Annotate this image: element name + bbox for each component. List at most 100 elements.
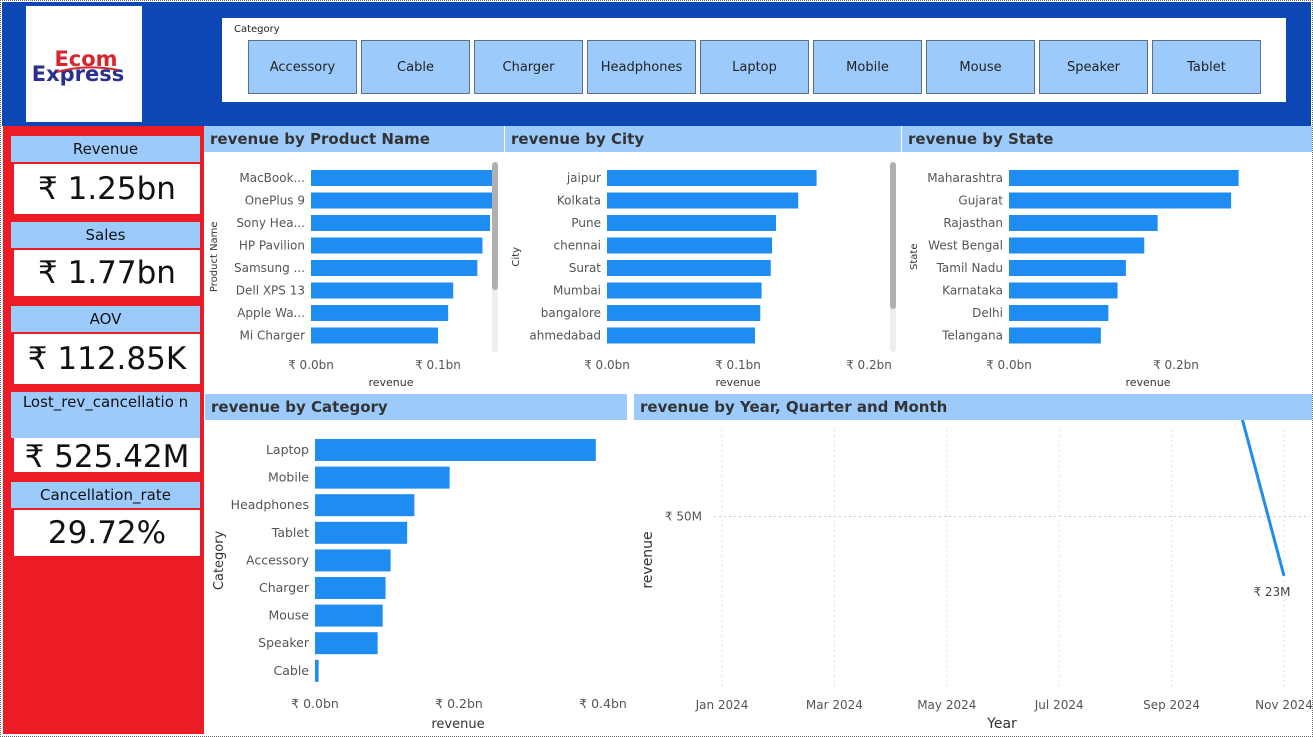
state-category-label: Delhi [972, 306, 1003, 320]
category-category-label: Charger [259, 580, 310, 595]
state-bar[interactable] [1009, 170, 1239, 186]
category-bar[interactable] [315, 439, 596, 461]
trend-x-tick-label: Jan 2024 [695, 698, 749, 712]
state-bar[interactable] [1009, 260, 1126, 276]
product-bar[interactable] [311, 237, 483, 254]
category-bar[interactable] [315, 521, 408, 544]
kpi-revenue-value: ₹ 1.25bn [14, 164, 200, 214]
city-x-tick-label: ₹ 0.1bn [715, 358, 761, 372]
city-category-label: Surat [569, 261, 602, 275]
category-x-axis-title: revenue [431, 717, 484, 732]
kpi-revenue-title: Revenue [11, 136, 200, 162]
category-x-tick-label: ₹ 0.2bn [435, 696, 483, 711]
city-bar[interactable] [607, 237, 773, 254]
city-category-label: Mumbai [553, 284, 601, 298]
product-scrollbar-thumb[interactable] [492, 162, 498, 290]
city-bar[interactable] [607, 192, 799, 209]
kpi-aov-title: AOV [11, 306, 200, 332]
category-chart: Category Laptop Mobile Headphones Tablet Acce… [212, 439, 627, 732]
city-scrollbar-thumb[interactable] [890, 162, 896, 309]
trend-line[interactable] [722, 420, 1286, 577]
city-x-tick-label: ₹ 0.2bn [846, 358, 892, 372]
category-chart-title: revenue by Category [205, 394, 627, 420]
product-category-label: Apple Wa... [237, 306, 305, 320]
city-category-label: chennai [554, 239, 601, 253]
category-bar[interactable] [315, 549, 391, 572]
state-chart-title: revenue by State [902, 126, 1312, 152]
city-category-label: Pune [571, 216, 601, 230]
category-category-label: Tablet [271, 525, 309, 540]
slicer-item-speaker[interactable]: Speaker [1039, 40, 1148, 94]
category-bar[interactable] [315, 466, 450, 489]
trend-y-tick-label: ₹ 50M [665, 510, 702, 524]
state-bar[interactable] [1009, 305, 1109, 321]
trend-x-axis-title: Year [986, 716, 1017, 732]
category-x-tick-label: ₹ 0.0bn [291, 696, 339, 711]
product-y-axis-title: Product Name [209, 221, 220, 292]
state-chart: State Maharashtra Gujarat Rajasthan West Ben… [909, 170, 1239, 389]
city-bar[interactable] [607, 215, 776, 231]
trend-data-label: ₹ 23M [1253, 585, 1290, 599]
product-chart: Product Name MacBook... OnePlus 9 Sony Hea.… [209, 162, 498, 389]
state-x-tick-label: ₹ 0.2bn [1153, 358, 1199, 372]
kpi-lost-revenue-title: Lost_rev_cancellatio n [11, 392, 200, 438]
state-x-axis-title: revenue [1125, 376, 1170, 389]
category-bar[interactable] [315, 659, 319, 682]
city-bar[interactable] [607, 260, 771, 276]
slicer-item-mobile[interactable]: Mobile [813, 40, 922, 94]
product-category-label: OnePlus 9 [245, 194, 305, 208]
kpi-cancellation-rate-value: 29.72% [14, 510, 200, 556]
trend-x-tick-label: Mar 2024 [806, 698, 863, 712]
state-bar[interactable] [1009, 192, 1232, 209]
category-category-label: Laptop [266, 442, 309, 457]
product-bar[interactable] [311, 305, 449, 321]
state-x-tick-label: ₹ 0.0bn [986, 358, 1032, 372]
category-category-label: Speaker [258, 635, 310, 650]
slicer-item-headphones[interactable]: Headphones [587, 40, 696, 94]
slicer-item-mouse[interactable]: Mouse [926, 40, 1035, 94]
product-bar[interactable] [311, 170, 496, 186]
category-bar[interactable] [315, 604, 383, 627]
city-x-tick-label: ₹ 0.0bn [584, 358, 630, 372]
product-bar[interactable] [311, 282, 454, 299]
category-bar[interactable] [315, 577, 386, 599]
product-bar[interactable] [311, 215, 491, 231]
trend-y-axis-title: revenue [640, 531, 656, 588]
trend-x-tick-label: Nov 2024 [1255, 698, 1313, 712]
slicer-item-charger[interactable]: Charger [474, 40, 583, 94]
slicer-item-laptop[interactable]: Laptop [700, 40, 809, 94]
state-category-label: Telangana [941, 329, 1003, 343]
city-category-label: ahmedabad [529, 329, 601, 343]
product-category-label: MacBook... [239, 171, 305, 185]
state-bar[interactable] [1009, 215, 1158, 231]
category-slicer: Category Accessory Cable Charger Headpho… [222, 18, 1286, 102]
product-x-axis-title: revenue [368, 376, 413, 389]
city-bar[interactable] [607, 327, 756, 344]
product-category-label: Dell XPS 13 [236, 284, 305, 298]
trend-chart-title: revenue by Year, Quarter and Month [634, 394, 1312, 420]
city-bar[interactable] [607, 282, 762, 299]
product-bar[interactable] [311, 260, 478, 276]
category-bar[interactable] [315, 494, 415, 517]
product-bar[interactable] [311, 327, 438, 344]
city-bar[interactable] [607, 305, 761, 321]
slicer-item-accessory[interactable]: Accessory [248, 40, 357, 94]
category-bar[interactable] [315, 632, 378, 655]
category-category-label: Mobile [268, 470, 309, 485]
product-bar[interactable] [311, 192, 494, 209]
city-chart-title: revenue by City [505, 126, 901, 152]
city-category-label: Kolkata [557, 194, 601, 208]
category-category-label: Cable [274, 663, 310, 678]
trend-x-tick-label: Sep 2024 [1143, 698, 1200, 712]
state-bar[interactable] [1009, 237, 1145, 254]
ecom-express-logo: Ecom Express [32, 47, 125, 86]
state-bar[interactable] [1009, 327, 1101, 344]
kpi-sales-value: ₹ 1.77bn [14, 250, 200, 296]
state-y-axis-title: State [909, 244, 920, 270]
state-bar[interactable] [1009, 282, 1118, 299]
kpi-sidebar: Revenue ₹ 1.25bn Sales ₹ 1.77bn AOV ₹ 11… [3, 126, 204, 734]
slicer-item-tablet[interactable]: Tablet [1152, 40, 1261, 94]
city-bar[interactable] [607, 170, 817, 186]
city-y-axis-title: City [511, 247, 522, 267]
slicer-item-cable[interactable]: Cable [361, 40, 470, 94]
